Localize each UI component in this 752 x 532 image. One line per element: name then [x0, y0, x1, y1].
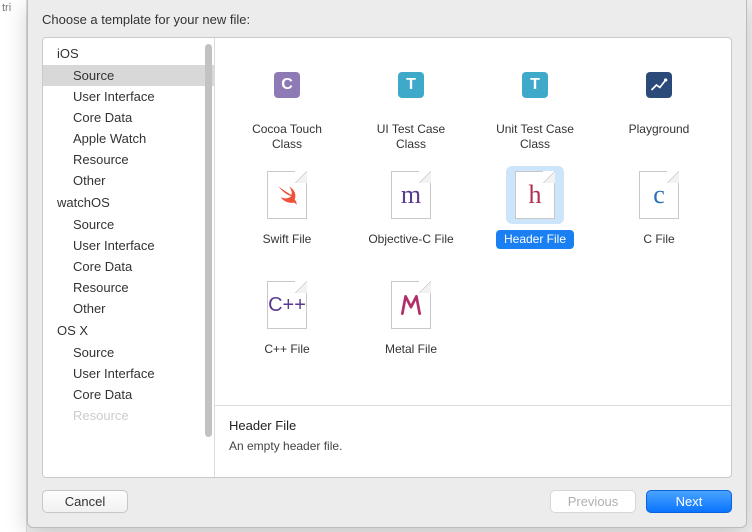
- sidebar-item-label: Resource: [73, 408, 129, 423]
- sidebar-item-watchos-source[interactable]: Source: [43, 214, 214, 235]
- template-metal-file[interactable]: Metal File: [349, 272, 473, 382]
- template-label: Objective-C File: [360, 230, 461, 249]
- template-label: Unit Test Case Class: [480, 120, 590, 154]
- objective-c-file-icon: m: [382, 166, 440, 224]
- template-ui-test-case-class[interactable]: T UI Test Case Class: [349, 52, 473, 162]
- template-label: Cocoa Touch Class: [232, 120, 342, 154]
- playground-icon: [630, 56, 688, 114]
- cpp-file-icon: C++: [258, 276, 316, 334]
- background-window-stub: tri: [0, 0, 27, 532]
- sidebar-item-osx-user-interface[interactable]: User Interface: [43, 363, 214, 384]
- template-objective-c-file[interactable]: m Objective-C File: [349, 162, 473, 272]
- c-file-icon: c: [630, 166, 688, 224]
- sidebar-item-watchos-core-data[interactable]: Core Data: [43, 256, 214, 277]
- sidebar-item-ios-source[interactable]: Source: [43, 65, 214, 86]
- platform-ios[interactable]: iOS: [43, 42, 214, 65]
- description-text: An empty header file.: [229, 439, 717, 453]
- template-cpp-file[interactable]: C++ C++ File: [225, 272, 349, 382]
- description-title: Header File: [229, 418, 717, 433]
- template-unit-test-case-class[interactable]: T Unit Test Case Class: [473, 52, 597, 162]
- sidebar-item-label: Source: [73, 345, 114, 360]
- sidebar-item-watchos-other[interactable]: Other: [43, 298, 214, 319]
- previous-button: Previous: [550, 490, 636, 513]
- template-label: Swift File: [255, 230, 320, 249]
- template-cocoa-touch-class[interactable]: C Cocoa Touch Class: [225, 52, 349, 162]
- sidebar-item-label: User Interface: [73, 238, 155, 253]
- sidebar-item-label: Resource: [73, 280, 129, 295]
- sidebar-item-label: Core Data: [73, 110, 132, 125]
- new-file-dialog: Choose a template for your new file: iOS…: [27, 0, 747, 528]
- template-description: Header File An empty header file.: [215, 405, 731, 477]
- sidebar-item-label: Other: [73, 301, 106, 316]
- sidebar-item-label: User Interface: [73, 89, 155, 104]
- sidebar-item-label: Source: [73, 217, 114, 232]
- sidebar-item-osx-source[interactable]: Source: [43, 342, 214, 363]
- metal-file-icon: [382, 276, 440, 334]
- main-panel: C Cocoa Touch Class T UI Test Case Class…: [215, 38, 731, 477]
- template-label: Metal File: [377, 340, 445, 359]
- ui-test-case-icon: T: [382, 56, 440, 114]
- sidebar-scrollbar[interactable]: [205, 44, 212, 471]
- sidebar-item-watchos-user-interface[interactable]: User Interface: [43, 235, 214, 256]
- template-label: C File: [635, 230, 682, 249]
- header-file-icon: h: [506, 166, 564, 224]
- platform-watchos[interactable]: watchOS: [43, 191, 214, 214]
- sidebar-item-ios-apple-watch[interactable]: Apple Watch: [43, 128, 214, 149]
- sidebar-item-label: Source: [73, 68, 114, 83]
- sidebar-item-label: Core Data: [73, 387, 132, 402]
- dialog-body: iOS Source User Interface Core Data Appl…: [42, 37, 732, 478]
- template-grid: C Cocoa Touch Class T UI Test Case Class…: [215, 38, 731, 405]
- template-playground[interactable]: Playground: [597, 52, 721, 162]
- template-label: Header File: [496, 230, 574, 249]
- unit-test-case-icon: T: [506, 56, 564, 114]
- sidebar-item-label: Core Data: [73, 259, 132, 274]
- sidebar-item-label: Other: [73, 173, 106, 188]
- sidebar-item-ios-resource[interactable]: Resource: [43, 149, 214, 170]
- next-button[interactable]: Next: [646, 490, 732, 513]
- template-swift-file[interactable]: Swift File: [225, 162, 349, 272]
- template-label: Playground: [621, 120, 698, 139]
- template-header-file[interactable]: h Header File: [473, 162, 597, 272]
- swift-file-icon: [258, 166, 316, 224]
- scrollbar-thumb[interactable]: [205, 44, 212, 437]
- sidebar-item-osx-core-data[interactable]: Core Data: [43, 384, 214, 405]
- sidebar-item-watchos-resource[interactable]: Resource: [43, 277, 214, 298]
- dialog-title: Choose a template for your new file:: [42, 12, 250, 27]
- cocoa-touch-class-icon: C: [258, 56, 316, 114]
- sidebar-list: iOS Source User Interface Core Data Appl…: [43, 38, 214, 477]
- sidebar-item-ios-core-data[interactable]: Core Data: [43, 107, 214, 128]
- sidebar-item-ios-other[interactable]: Other: [43, 170, 214, 191]
- template-label: C++ File: [256, 340, 317, 359]
- sidebar-item-ios-user-interface[interactable]: User Interface: [43, 86, 214, 107]
- sidebar-item-label: User Interface: [73, 366, 155, 381]
- sidebar-item-osx-resource[interactable]: Resource: [43, 405, 214, 426]
- sidebar: iOS Source User Interface Core Data Appl…: [43, 38, 215, 477]
- dialog-header: Choose a template for your new file:: [28, 0, 746, 37]
- template-c-file[interactable]: c C File: [597, 162, 721, 272]
- sidebar-item-label: Resource: [73, 152, 129, 167]
- template-label: UI Test Case Class: [356, 120, 466, 154]
- cancel-button[interactable]: Cancel: [42, 490, 128, 513]
- dialog-footer: Cancel Previous Next: [28, 478, 746, 527]
- sidebar-item-label: Apple Watch: [73, 131, 146, 146]
- platform-osx[interactable]: OS X: [43, 319, 214, 342]
